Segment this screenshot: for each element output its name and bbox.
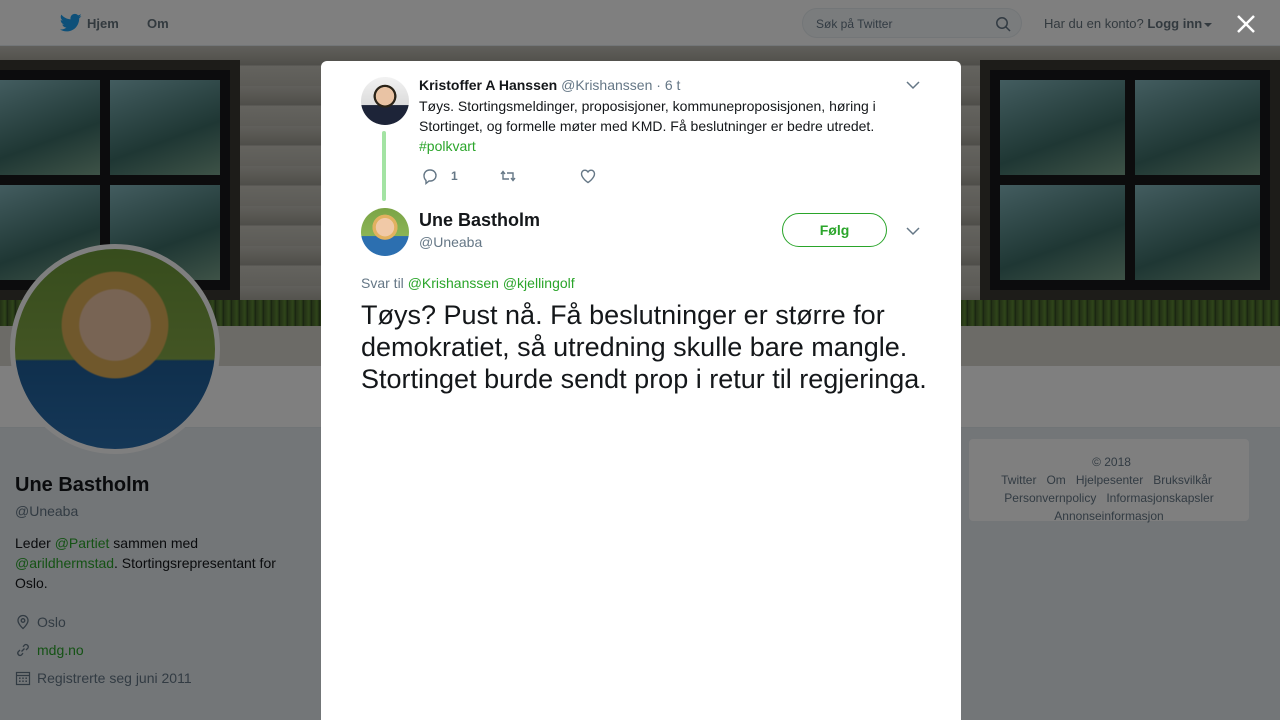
reply-count: 1	[451, 169, 458, 183]
replying-to-line: Svar til @Krishanssen @kjellingolf	[361, 275, 575, 291]
tweet-modal: Kristoffer A Hanssen @Krishanssen · 6 t …	[321, 61, 961, 720]
close-icon[interactable]	[1236, 14, 1256, 34]
parent-tweet-header: Kristoffer A Hanssen @Krishanssen · 6 t	[419, 77, 680, 93]
chevron-down-icon[interactable]	[906, 226, 920, 236]
parent-tweet-avatar[interactable]	[361, 77, 409, 125]
parent-tweet-author-name[interactable]: Kristoffer A Hanssen	[419, 77, 557, 93]
thread-connector-line	[382, 131, 386, 201]
follow-button[interactable]: Følg	[782, 213, 887, 247]
main-tweet-author-handle[interactable]: @Uneaba	[419, 234, 482, 250]
reply-mention-link[interactable]: @Krishanssen	[408, 275, 499, 291]
replying-to-label: Svar til	[361, 275, 404, 291]
like-button[interactable]	[579, 167, 597, 185]
parent-tweet-text: Tøys. Stortingsmeldinger, proposisjoner,…	[419, 96, 899, 156]
parent-tweet-timestamp[interactable]: · 6 t	[656, 77, 680, 93]
reply-mention-link[interactable]: @kjellingolf	[503, 275, 575, 291]
parent-tweet-body: Tøys. Stortingsmeldinger, proposisjoner,…	[419, 98, 876, 134]
parent-tweet-author-handle[interactable]: @Krishanssen	[561, 77, 652, 93]
main-tweet-avatar[interactable]	[361, 208, 409, 256]
chevron-down-icon[interactable]	[906, 80, 920, 90]
reply-button[interactable]: 1	[421, 167, 458, 185]
reply-icon	[423, 169, 437, 185]
retweet-button[interactable]	[499, 167, 517, 185]
retweet-icon	[500, 170, 516, 182]
main-tweet-text: Tøys? Pust nå. Få beslutninger er større…	[361, 300, 927, 394]
main-tweet-author-name[interactable]: Une Bastholm	[419, 210, 540, 231]
heart-icon	[580, 169, 595, 184]
hashtag-link[interactable]: #polkvart	[419, 138, 476, 154]
parent-tweet-actions: 1	[421, 167, 597, 185]
